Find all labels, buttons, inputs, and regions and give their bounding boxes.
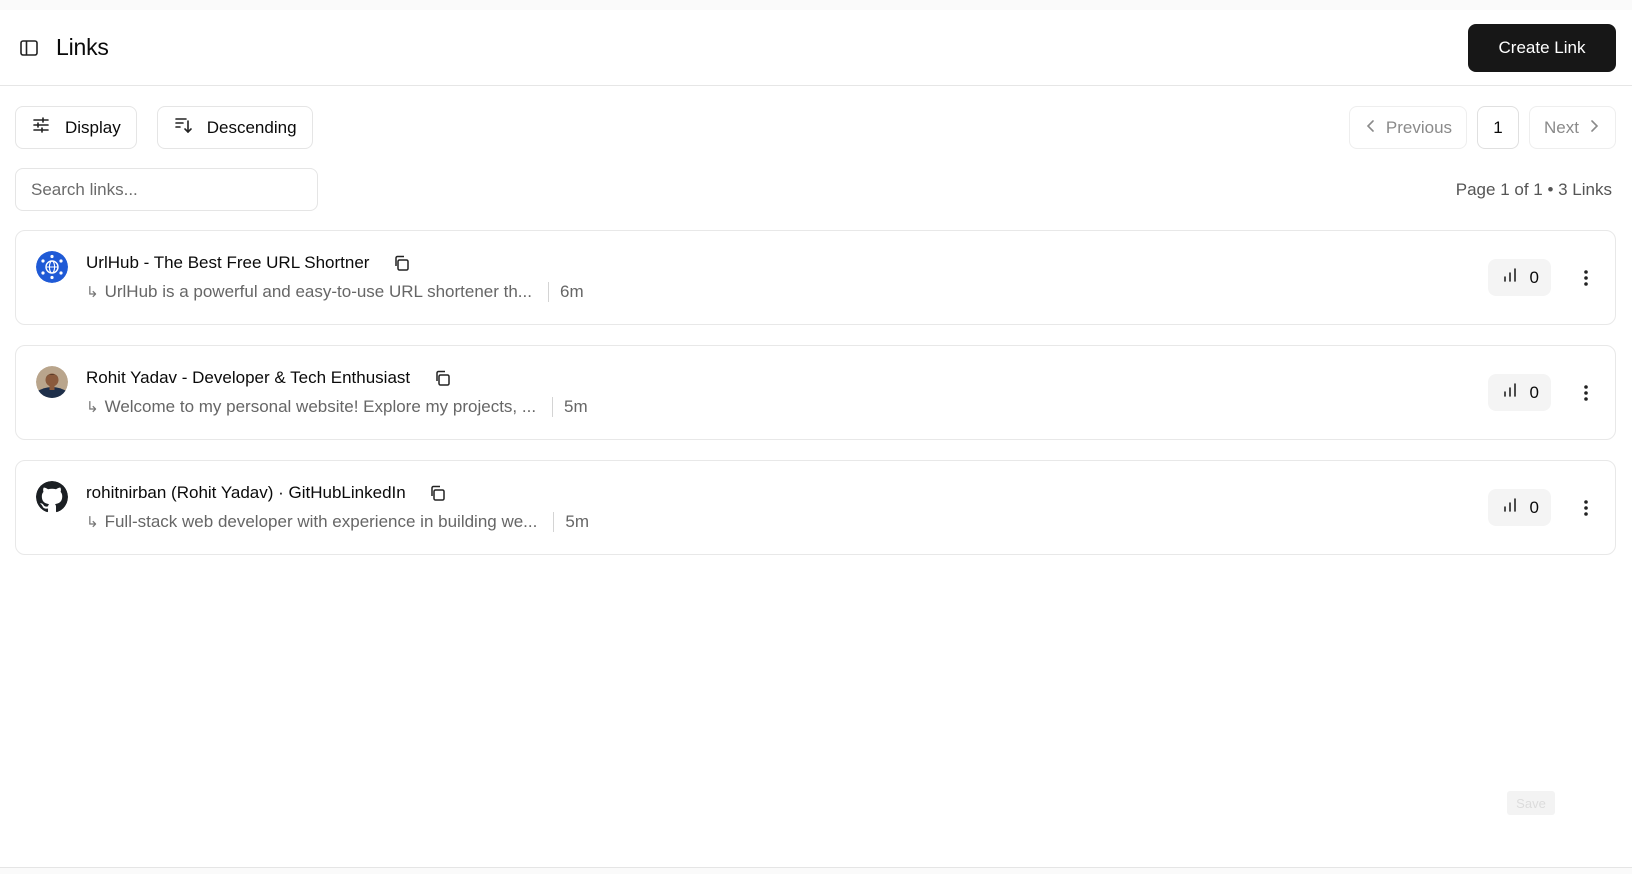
toolbar: Display Descending Previous 1 Next	[15, 106, 1616, 149]
link-age: 5m	[564, 397, 588, 416]
link-description: UrlHub is a powerful and easy-to-use URL…	[104, 282, 532, 301]
link-description: Welcome to my personal website! Explore …	[104, 397, 537, 416]
github-icon	[36, 481, 68, 513]
click-count: 0	[1529, 267, 1539, 287]
sidebar-toggle-icon[interactable]	[18, 37, 40, 59]
link-card[interactable]: Rohit Yadav - Developer & Tech Enthusias…	[15, 345, 1616, 440]
link-title[interactable]: UrlHub - The Best Free URL Shortner	[86, 253, 369, 273]
page-title: Links	[56, 34, 109, 60]
divider	[547, 282, 549, 302]
link-title[interactable]: rohitnirban (Rohit Yadav) · GitHubLinked…	[86, 483, 406, 503]
divider	[553, 512, 555, 532]
sort-descending-icon	[173, 115, 193, 140]
app-window: Links Create Link Display Descending Pre…	[0, 10, 1632, 868]
sliders-icon	[31, 115, 51, 140]
chevron-left-icon	[1364, 118, 1378, 138]
bar-chart-icon	[1502, 382, 1518, 403]
copy-icon[interactable]	[432, 368, 452, 388]
bar-chart-icon	[1502, 497, 1518, 518]
toolbar-left: Display Descending	[15, 106, 313, 149]
link-card-actions: 0	[1487, 489, 1595, 526]
link-card-text: rohitnirban (Rohit Yadav) · GitHubLinked…	[86, 483, 589, 532]
link-card-text: UrlHub - The Best Free URL Shortner ↳ Ur…	[86, 253, 584, 302]
more-options-icon[interactable]	[1577, 493, 1595, 523]
link-title-row: rohitnirban (Rohit Yadav) · GitHubLinked…	[86, 483, 589, 503]
copy-icon[interactable]	[428, 483, 448, 503]
return-arrow-icon: ↳	[86, 284, 99, 301]
link-description: Full-stack web developer with experience…	[104, 512, 538, 531]
top-header: Links Create Link	[0, 10, 1632, 86]
chevron-right-icon	[1587, 118, 1601, 138]
return-arrow-icon: ↳	[86, 399, 99, 416]
link-title-row: UrlHub - The Best Free URL Shortner	[86, 253, 584, 273]
header-left: Links	[18, 34, 109, 61]
link-title[interactable]: Rohit Yadav - Developer & Tech Enthusias…	[86, 368, 410, 388]
link-card[interactable]: UrlHub - The Best Free URL Shortner ↳ Ur…	[15, 230, 1616, 325]
urlhub-globe-icon	[36, 251, 68, 283]
link-age: 5m	[565, 512, 589, 531]
link-card-text: Rohit Yadav - Developer & Tech Enthusias…	[86, 368, 588, 417]
click-count: 0	[1529, 382, 1539, 402]
current-page-button[interactable]: 1	[1477, 106, 1520, 149]
link-card-actions: 0	[1487, 374, 1595, 411]
sort-order-button[interactable]: Descending	[156, 106, 313, 149]
display-button[interactable]: Display	[15, 106, 137, 149]
sort-label: Descending	[206, 117, 297, 137]
save-ghost-button[interactable]: Save	[1507, 791, 1555, 815]
link-card-main: UrlHub - The Best Free URL Shortner ↳ Ur…	[36, 251, 584, 302]
more-options-icon[interactable]	[1577, 378, 1595, 408]
pagination: Previous 1 Next	[1348, 106, 1616, 149]
click-stats-button[interactable]: 0	[1487, 489, 1551, 526]
create-link-button[interactable]: Create Link	[1468, 23, 1616, 72]
link-subtitle: ↳ UrlHub is a powerful and easy-to-use U…	[86, 282, 584, 302]
link-card-main: rohitnirban (Rohit Yadav) · GitHubLinked…	[36, 481, 589, 532]
search-input[interactable]	[15, 168, 318, 211]
click-stats-button[interactable]: 0	[1487, 374, 1551, 411]
avatar-photo	[36, 366, 68, 398]
click-count: 0	[1529, 497, 1539, 517]
next-label: Next	[1544, 117, 1579, 137]
link-age: 6m	[559, 282, 584, 301]
link-card-actions: 0	[1487, 259, 1595, 296]
page-summary: Page 1 of 1 • 3 Links	[1455, 180, 1612, 199]
link-title-row: Rohit Yadav - Developer & Tech Enthusias…	[86, 368, 588, 388]
next-page-button[interactable]: Next	[1529, 106, 1616, 149]
click-stats-button[interactable]: 0	[1487, 259, 1551, 296]
link-subtitle: ↳ Welcome to my personal website! Explor…	[86, 397, 588, 417]
more-options-icon[interactable]	[1577, 263, 1595, 293]
link-card[interactable]: rohitnirban (Rohit Yadav) · GitHubLinked…	[15, 460, 1616, 555]
copy-icon[interactable]	[391, 253, 411, 273]
link-subtitle: ↳ Full-stack web developer with experien…	[86, 512, 589, 532]
previous-label: Previous	[1385, 117, 1453, 137]
bar-chart-icon	[1502, 267, 1518, 288]
link-list: UrlHub - The Best Free URL Shortner ↳ Ur…	[15, 230, 1616, 555]
divider	[552, 397, 554, 417]
search-row: Page 1 of 1 • 3 Links	[15, 168, 1616, 211]
display-label: Display	[65, 117, 121, 137]
return-arrow-icon: ↳	[86, 514, 99, 531]
previous-page-button[interactable]: Previous	[1348, 106, 1468, 149]
link-card-main: Rohit Yadav - Developer & Tech Enthusias…	[36, 366, 588, 417]
